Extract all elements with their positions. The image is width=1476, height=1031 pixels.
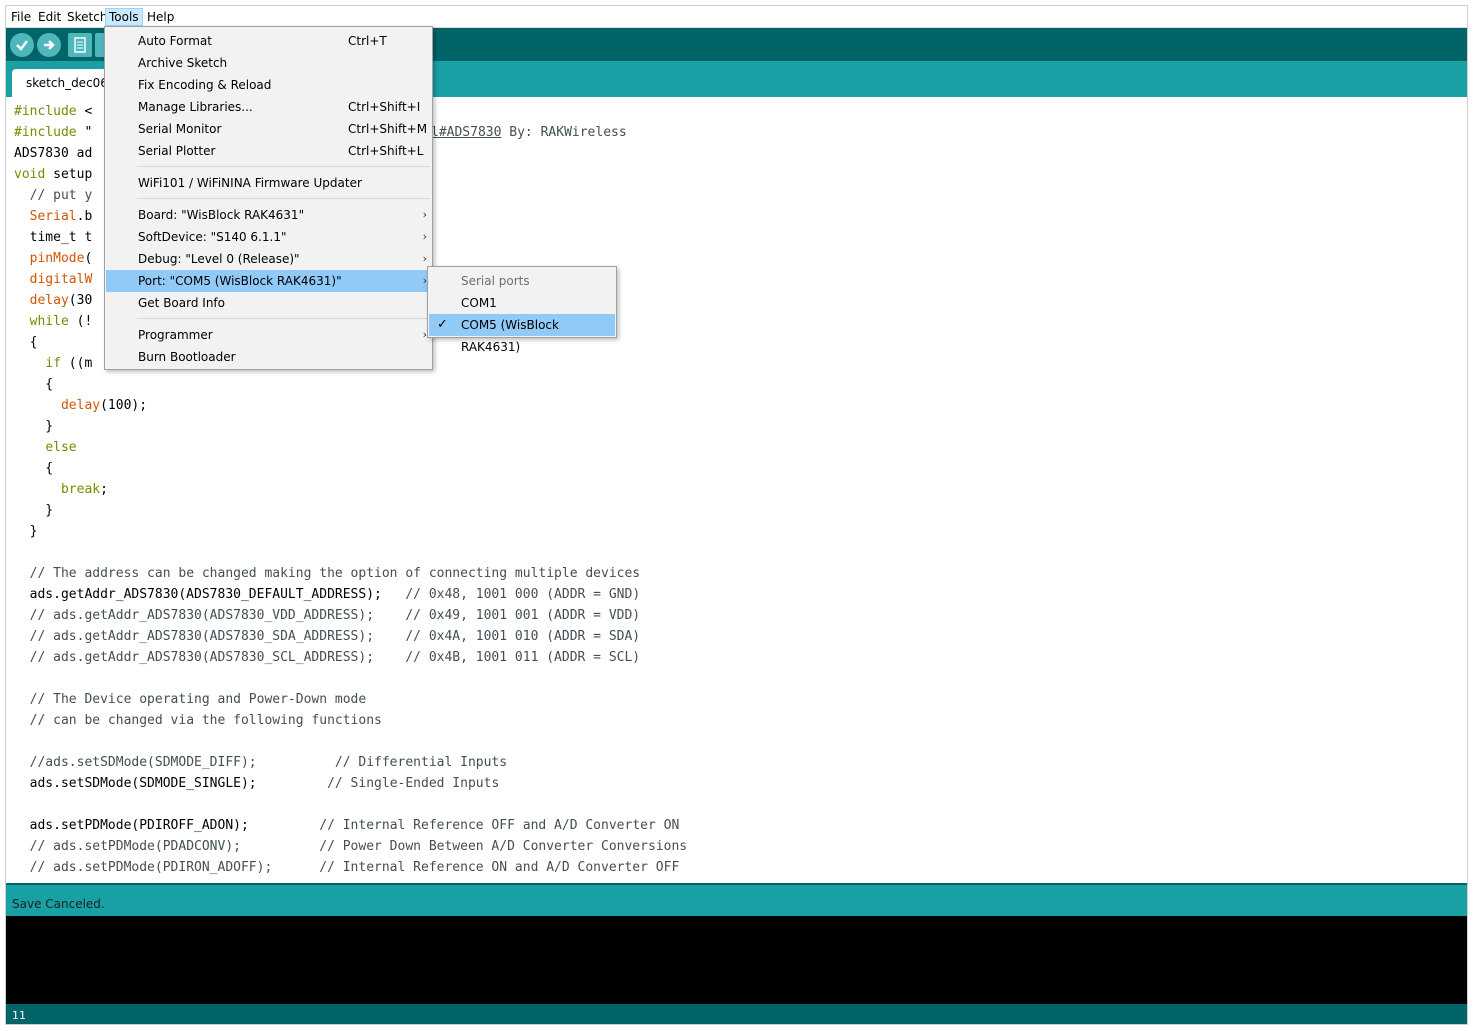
- menu-item-manage-libraries[interactable]: Manage Libraries... Ctrl+Shift+I: [106, 96, 431, 118]
- code-line: {: [14, 377, 54, 392]
- menu-item-debug[interactable]: Debug: "Level 0 (Release)" ›: [106, 248, 431, 270]
- menu-item-programmer[interactable]: Programmer ›: [106, 324, 431, 346]
- menu-item-label: Programmer: [138, 328, 213, 342]
- port-item-com5[interactable]: ✓ COM5 (WisBlock RAK4631): [429, 314, 615, 354]
- menu-item-label: Serial Monitor: [138, 122, 222, 136]
- code-line: delay(30: [29, 293, 93, 308]
- menu-item-label: Get Board Info: [138, 296, 225, 310]
- menu-separator: [137, 198, 430, 199]
- code-line: // ads.getAddr_ADS7830(ADS7830_SDA_ADDRE…: [29, 629, 641, 644]
- menu-item-label: Serial Plotter: [138, 144, 216, 158]
- code-line: void setup: [14, 167, 93, 182]
- menu-item-fix-encoding[interactable]: Fix Encoding & Reload: [106, 74, 431, 96]
- menu-item-label: Board: "WisBlock RAK4631": [138, 208, 305, 222]
- code-line: // ads.getAddr_ADS7830(ADS7830_SCL_ADDRE…: [29, 650, 641, 665]
- port-item-com1[interactable]: COM1: [429, 292, 615, 314]
- code-line: }: [14, 503, 54, 518]
- menu-item-softdevice[interactable]: SoftDevice: "S140 6.1.1" ›: [106, 226, 431, 248]
- code-line: ads.setSDMode(SDMODE_SINGLE); // Single-…: [14, 776, 500, 791]
- code-line: ads.getAddr_ADS7830(ADS7830_DEFAULT_ADDR…: [14, 587, 641, 602]
- code-line: }: [14, 524, 38, 539]
- code-line: // ads.setPDMode(PDADCONV); // Power Dow…: [29, 839, 688, 854]
- menu-edit[interactable]: Edit: [35, 8, 64, 26]
- verify-button[interactable]: [10, 33, 34, 57]
- menu-item-serial-plotter[interactable]: Serial Plotter Ctrl+Shift+L: [106, 140, 431, 162]
- code-line: // can be changed via the following func…: [29, 713, 382, 728]
- code-line: // put y: [29, 188, 93, 203]
- code-line: // The address can be changed making the…: [29, 566, 641, 581]
- menu-item-auto-format[interactable]: Auto Format Ctrl+T: [106, 30, 431, 52]
- menu-separator: [137, 166, 430, 167]
- menu-tools[interactable]: Tools: [105, 8, 143, 26]
- menu-item-firmware-updater[interactable]: WiFi101 / WiFiNINA Firmware Updater: [106, 172, 431, 194]
- menu-item-port[interactable]: Port: "COM5 (WisBlock RAK4631)" ›: [106, 270, 431, 292]
- code-line: #include ": [14, 125, 93, 140]
- menu-bar: File Edit Sketch Tools Help: [6, 6, 1467, 28]
- code-line: time_t t: [14, 230, 93, 245]
- code-line: break;: [60, 482, 108, 497]
- code-line: //ads.setSDMode(SDMODE_DIFF); // Differe…: [29, 755, 508, 770]
- menu-item-serial-monitor[interactable]: Serial Monitor Ctrl+Shift+M: [106, 118, 431, 140]
- status-message: Save Canceled.: [12, 897, 105, 911]
- menu-item-label: Debug: "Level 0 (Release)": [138, 252, 300, 266]
- code-line: ADS7830 ad: [14, 146, 93, 161]
- menu-item-archive-sketch[interactable]: Archive Sketch: [106, 52, 431, 74]
- port-submenu: Serial ports COM1 ✓ COM5 (WisBlock RAK463…: [427, 266, 617, 354]
- menu-item-label: SoftDevice: "S140 6.1.1": [138, 230, 287, 244]
- checkmark-icon: [16, 40, 28, 51]
- menu-item-shortcut: Ctrl+T: [348, 34, 387, 48]
- menu-item-get-board-info[interactable]: Get Board Info: [106, 292, 431, 314]
- bottom-bar: 11: [6, 1004, 1467, 1024]
- library-link: l#ADS7830: [431, 125, 502, 140]
- include-comment-tail: l#ADS7830 By: RAKWireless: [431, 125, 627, 140]
- menu-item-label: Burn Bootloader: [138, 350, 236, 364]
- status-bar: Save Canceled.: [6, 883, 1467, 916]
- code-line: while (!: [29, 314, 93, 329]
- code-line: ads.setPDMode(PDIROFF_ADON); // Internal…: [14, 818, 680, 833]
- console-output[interactable]: [6, 916, 1467, 1004]
- code-line: // The Device operating and Power-Down m…: [29, 692, 367, 707]
- menu-item-shortcut: Ctrl+Shift+L: [348, 144, 424, 158]
- code-line: #include <: [14, 104, 93, 119]
- port-item-label: COM5 (WisBlock RAK4631): [461, 318, 559, 354]
- port-item-label: COM1: [461, 296, 497, 310]
- arrow-right-icon: [44, 40, 55, 50]
- menu-help[interactable]: Help: [144, 8, 177, 26]
- menu-separator: [137, 318, 430, 319]
- new-sketch-button[interactable]: [68, 33, 92, 57]
- submenu-header: Serial ports: [429, 270, 615, 292]
- menu-item-shortcut: Ctrl+Shift+M: [348, 122, 428, 136]
- upload-button[interactable]: [37, 33, 61, 57]
- code-line: }: [14, 419, 54, 434]
- menu-item-label: Auto Format: [138, 34, 212, 48]
- code-line: {: [14, 335, 38, 350]
- code-line: Serial.b: [29, 209, 93, 224]
- menu-item-label: Fix Encoding & Reload: [138, 78, 272, 92]
- checkmark-icon: ✓: [437, 317, 448, 332]
- code-line: {: [14, 461, 54, 476]
- chevron-right-icon: ›: [422, 208, 427, 221]
- menu-item-burn-bootloader[interactable]: Burn Bootloader: [106, 346, 431, 368]
- menu-item-shortcut: Ctrl+Shift+I: [348, 100, 421, 114]
- code-line: else: [45, 440, 77, 455]
- menu-item-label: Manage Libraries...: [138, 100, 253, 114]
- code-line: delay(100);: [60, 398, 148, 413]
- line-number: 11: [12, 1009, 26, 1022]
- code-line: digitalW: [29, 272, 93, 287]
- code-line: // ads.getAddr_ADS7830(ADS7830_VDD_ADDRE…: [29, 608, 641, 623]
- menu-item-board[interactable]: Board: "WisBlock RAK4631" ›: [106, 204, 431, 226]
- menu-sketch[interactable]: Sketch: [64, 8, 110, 26]
- submenu-header-label: Serial ports: [461, 274, 530, 288]
- menu-item-label: Port: "COM5 (WisBlock RAK4631)": [138, 274, 342, 288]
- code-line: // ads.setPDMode(PDIRON_ADOFF); // Inter…: [29, 860, 680, 875]
- document-icon: [74, 37, 86, 53]
- menu-item-label: WiFi101 / WiFiNINA Firmware Updater: [138, 176, 362, 190]
- chevron-right-icon: ›: [422, 230, 427, 243]
- tools-menu: Auto Format Ctrl+T Archive Sketch Fix Enc…: [104, 26, 433, 370]
- menu-item-label: Archive Sketch: [138, 56, 228, 70]
- code-line: if ((m: [45, 356, 93, 371]
- code-line: pinMode(: [29, 251, 93, 266]
- menu-file[interactable]: File: [8, 8, 34, 26]
